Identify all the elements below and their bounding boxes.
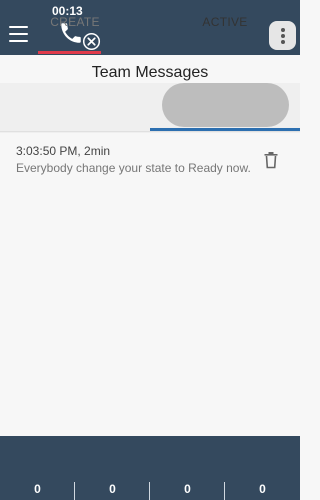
active-call-indicator <box>38 51 101 54</box>
status-count-3[interactable]: 0 <box>150 482 225 500</box>
list-item: 3:03:50 PM, 2min Everybody change your s… <box>0 140 300 184</box>
tab-ripple <box>162 83 289 127</box>
tab-create[interactable]: CREATE <box>0 0 150 48</box>
tab-bar-shadow <box>0 131 300 133</box>
message-timestamp: 3:03:50 PM, 2min <box>16 144 111 158</box>
bottom-status-bar: 0 0 0 0 <box>0 436 300 500</box>
message-text: Everybody change your state to Ready now… <box>16 161 251 175</box>
status-count-1[interactable]: 0 <box>0 482 75 500</box>
status-count-2[interactable]: 0 <box>75 482 150 500</box>
tab-active[interactable]: ACTIVE <box>150 0 300 48</box>
page-title: Team Messages <box>91 64 209 81</box>
status-count-4[interactable]: 0 <box>225 482 300 500</box>
trash-icon[interactable] <box>263 151 279 169</box>
